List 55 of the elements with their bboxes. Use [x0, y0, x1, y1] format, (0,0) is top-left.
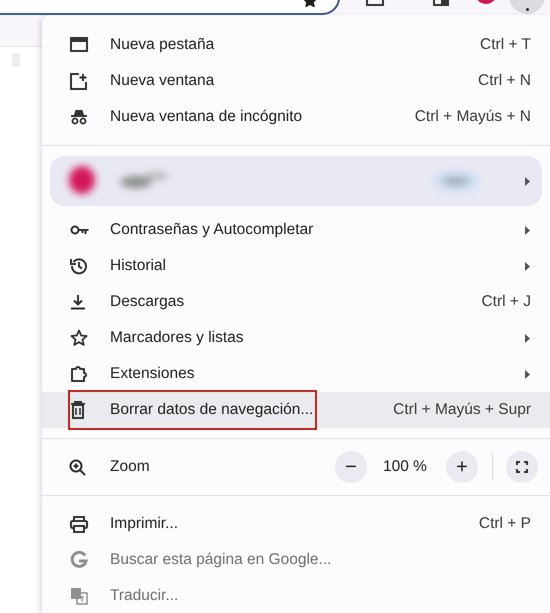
- menu-item-label: Descargas: [110, 292, 184, 312]
- menu-item-label: Nueva pestaña: [110, 35, 214, 56]
- menu-item[interactable]: Nueva pestaña Ctrl + T: [42, 27, 550, 63]
- submenu-arrow-icon: [525, 262, 530, 270]
- shortcut-text: Ctrl + Mayús + Supr: [393, 400, 531, 420]
- menu-item[interactable]: Borrar datos de navegación... Ctrl + Mayús + Supr: [42, 392, 550, 428]
- menu-item-label: Imprimir...: [110, 514, 178, 534]
- history-icon: [70, 257, 88, 275]
- window-icon[interactable]: [366, 0, 384, 6]
- menu-item-label: Traducir...: [110, 586, 178, 606]
- menu-item-label: Contraseñas y Autocompletar: [110, 220, 314, 240]
- puzzle-icon: [70, 365, 88, 383]
- zoom-in-button[interactable]: +: [446, 451, 478, 483]
- shortcut-text: Ctrl + P: [478, 514, 531, 534]
- fullscreen-button[interactable]: [506, 451, 538, 483]
- shortcut-text: Ctrl + Mayús + N: [414, 107, 531, 128]
- menu-item[interactable]: Descargas Ctrl + J: [42, 284, 550, 320]
- incognito-icon: [70, 109, 88, 125]
- menu-item[interactable]: Nueva ventana de incógnito Ctrl + Mayús + N: [42, 99, 550, 135]
- shortcut-text: Ctrl + J: [481, 292, 531, 312]
- printer-icon: [70, 516, 88, 532]
- zoom-in-icon: [69, 459, 86, 476]
- menu-item-label: Extensiones: [110, 364, 194, 384]
- submenu-arrow-icon: [525, 176, 530, 186]
- menu-item[interactable]: Extensiones: [42, 356, 550, 392]
- zoom-label: Zoom: [110, 457, 150, 478]
- star-icon[interactable]: [302, 0, 318, 7]
- star-icon: [70, 329, 88, 347]
- menu-item-label: Nueva ventana de incógnito: [110, 107, 302, 128]
- menu-item-label: Borrar datos de navegación...: [110, 400, 314, 420]
- menu-item[interactable]: Marcadores y listas: [42, 320, 550, 356]
- menu-item[interactable]: Imprimir... Ctrl + P: [42, 506, 550, 542]
- zoom-value: 100 %: [383, 457, 427, 478]
- key-icon: [70, 224, 90, 236]
- menu-item-label: Historial: [110, 256, 166, 276]
- tab-icon: [70, 37, 88, 53]
- fullscreen-icon: [516, 461, 528, 473]
- menu-item[interactable]: Contraseñas y Autocompletar: [42, 212, 550, 248]
- zoom-out-button[interactable]: −: [335, 451, 367, 483]
- g-letter-icon: [70, 551, 88, 569]
- submenu-arrow-icon: [525, 370, 530, 378]
- shortcut-text: Ctrl + T: [480, 35, 531, 56]
- menu-item-label: Marcadores y listas: [110, 328, 244, 348]
- download-icon: [70, 294, 86, 310]
- menu-item-label: Nueva ventana: [110, 71, 214, 92]
- panel-icon[interactable]: [433, 0, 449, 6]
- menu-item[interactable]: Nueva ventana Ctrl + N: [42, 63, 550, 99]
- window-plus-icon: [70, 72, 88, 90]
- menu-item-label: Buscar esta página en Google...: [110, 550, 332, 570]
- trash-icon: [70, 401, 86, 419]
- menu-item[interactable]: Historial: [42, 248, 550, 284]
- submenu-arrow-icon: [525, 334, 530, 342]
- submenu-arrow-icon: [525, 226, 530, 234]
- translate-icon: [70, 587, 88, 605]
- shortcut-text: Ctrl + N: [478, 71, 531, 92]
